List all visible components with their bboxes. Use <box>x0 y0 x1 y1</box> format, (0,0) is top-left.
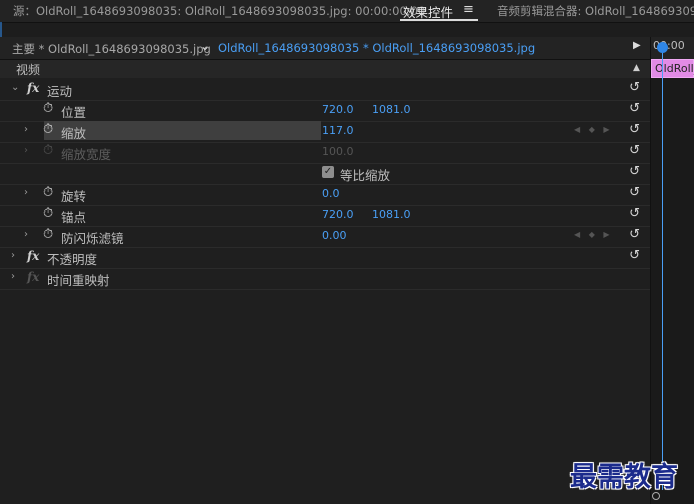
effect-label: 不透明度 <box>47 252 98 267</box>
reset-icon[interactable]: ↺ <box>629 122 640 137</box>
master-clip-tab[interactable]: 主要 * OldRoll_1648693098035.jpg <box>12 41 211 57</box>
property-row-scale: › ⏱ 缩放 117.0 ◀ ◆ ▶ ↺ <box>0 121 650 143</box>
anchor-x-value[interactable]: 720.0 <box>322 208 354 221</box>
tab-source-monitor[interactable]: 源：OldRoll_1648693098035: OldRoll_1648693… <box>13 3 425 19</box>
effect-row-motion[interactable]: ⌄ fx 运动 ↺ <box>0 79 650 101</box>
keyframe-navigator[interactable]: ◀ ◆ ▶ <box>574 125 613 134</box>
property-label: 位置 <box>61 105 87 120</box>
uniform-scale-label: 等比缩放 <box>340 168 391 183</box>
tab-audio-clip-mixer[interactable]: 音频剪辑混合器: OldRoll_1648693098035 <box>497 3 694 19</box>
property-row-position: ⏱ 位置 720.0 1081.0 ↺ <box>0 100 650 122</box>
reset-icon[interactable]: ↺ <box>629 101 640 116</box>
divider <box>0 22 694 23</box>
uniform-scale-checkbox[interactable]: ✓ <box>322 166 334 178</box>
rotation-value[interactable]: 0.0 <box>322 187 340 200</box>
effect-label: 运动 <box>47 84 73 99</box>
stopwatch-icon[interactable]: ⏱ <box>43 101 53 116</box>
chevron-right-icon[interactable]: › <box>11 250 15 261</box>
property-row-anchor: ⏱ 锚点 720.0 1081.0 ↺ <box>0 205 650 227</box>
chevron-right-icon[interactable]: › <box>24 187 28 198</box>
stopwatch-icon[interactable]: ⏱ <box>43 122 53 137</box>
effect-row-time-remap[interactable]: › fx 时间重映射 <box>0 268 650 290</box>
reset-icon[interactable]: ↺ <box>629 143 640 158</box>
stopwatch-icon[interactable]: ⏱ <box>43 185 53 200</box>
fx-badge-icon: fx <box>27 270 40 284</box>
property-label: 旋转 <box>61 189 87 204</box>
stopwatch-icon: ⏱ <box>43 143 54 158</box>
keyframe-navigator[interactable]: ◀ ◆ ▶ <box>574 230 613 239</box>
property-row-rotation: › ⏱ 旋转 0.0 ↺ <box>0 184 650 206</box>
chevron-right-icon[interactable]: › <box>24 229 28 240</box>
property-row-scale-width: › ⏱ 缩放宽度 100.0 ↺ <box>0 142 650 164</box>
anti-flicker-value[interactable]: 0.00 <box>322 229 347 242</box>
reset-icon[interactable]: ↺ <box>629 185 640 200</box>
playhead-line[interactable] <box>662 48 663 490</box>
effect-label: 时间重映射 <box>47 273 110 288</box>
reset-icon[interactable]: ↺ <box>629 227 640 242</box>
collapse-up-icon[interactable]: ▲ <box>633 63 640 73</box>
playhead-handle[interactable] <box>657 42 668 53</box>
scale-value[interactable]: 117.0 <box>322 124 354 137</box>
panel-menu-icon[interactable]: ≡ <box>463 2 474 17</box>
clip-bar-label: OldRoll_ <box>655 62 694 75</box>
fx-badge-icon[interactable]: fx <box>27 81 39 95</box>
chevron-right-icon[interactable]: › <box>24 124 28 135</box>
property-label: 防闪烁滤镜 <box>61 231 124 246</box>
position-x-value[interactable]: 720.0 <box>322 103 354 116</box>
video-section-header <box>0 60 650 78</box>
stopwatch-icon[interactable]: ⏱ <box>43 206 53 221</box>
reset-icon[interactable]: ↺ <box>629 206 640 221</box>
chevron-right-icon[interactable]: › <box>11 271 15 282</box>
chevron-down-icon[interactable]: ⌄ <box>200 39 210 53</box>
chevron-right-icon: › <box>24 145 28 156</box>
reset-icon[interactable]: ↺ <box>629 164 640 179</box>
property-label: 缩放 <box>61 126 87 141</box>
property-label: 缩放宽度 <box>61 147 112 162</box>
anchor-y-value[interactable]: 1081.0 <box>372 208 411 221</box>
chevron-down-icon[interactable]: ⌄ <box>11 82 19 93</box>
play-only-clip-audio-icon[interactable]: ▶ <box>633 40 641 51</box>
active-tab-indicator <box>400 19 478 21</box>
reset-icon[interactable]: ↺ <box>629 248 640 263</box>
property-row-uniform-scale: ✓ 等比缩放 ↺ <box>0 163 650 185</box>
scale-width-value: 100.0 <box>322 145 354 158</box>
effect-timeline-area[interactable] <box>650 37 694 504</box>
sequence-clip-tab[interactable]: OldRoll_1648693098035 * OldRoll_16486930… <box>218 41 535 55</box>
effect-row-opacity[interactable]: › fx 不透明度 ↺ <box>0 247 650 269</box>
fx-badge-icon[interactable]: fx <box>27 249 39 263</box>
position-y-value[interactable]: 1081.0 <box>372 103 411 116</box>
watermark-logo: 最需教育 <box>570 462 678 493</box>
reset-icon[interactable]: ↺ <box>629 80 640 95</box>
video-section-label: 视频 <box>16 63 41 77</box>
property-label: 锚点 <box>61 210 87 225</box>
property-row-anti-flicker: › ⏱ 防闪烁滤镜 0.00 ◀ ◆ ▶ ↺ <box>0 226 650 248</box>
stopwatch-icon[interactable]: ⏱ <box>43 227 53 242</box>
